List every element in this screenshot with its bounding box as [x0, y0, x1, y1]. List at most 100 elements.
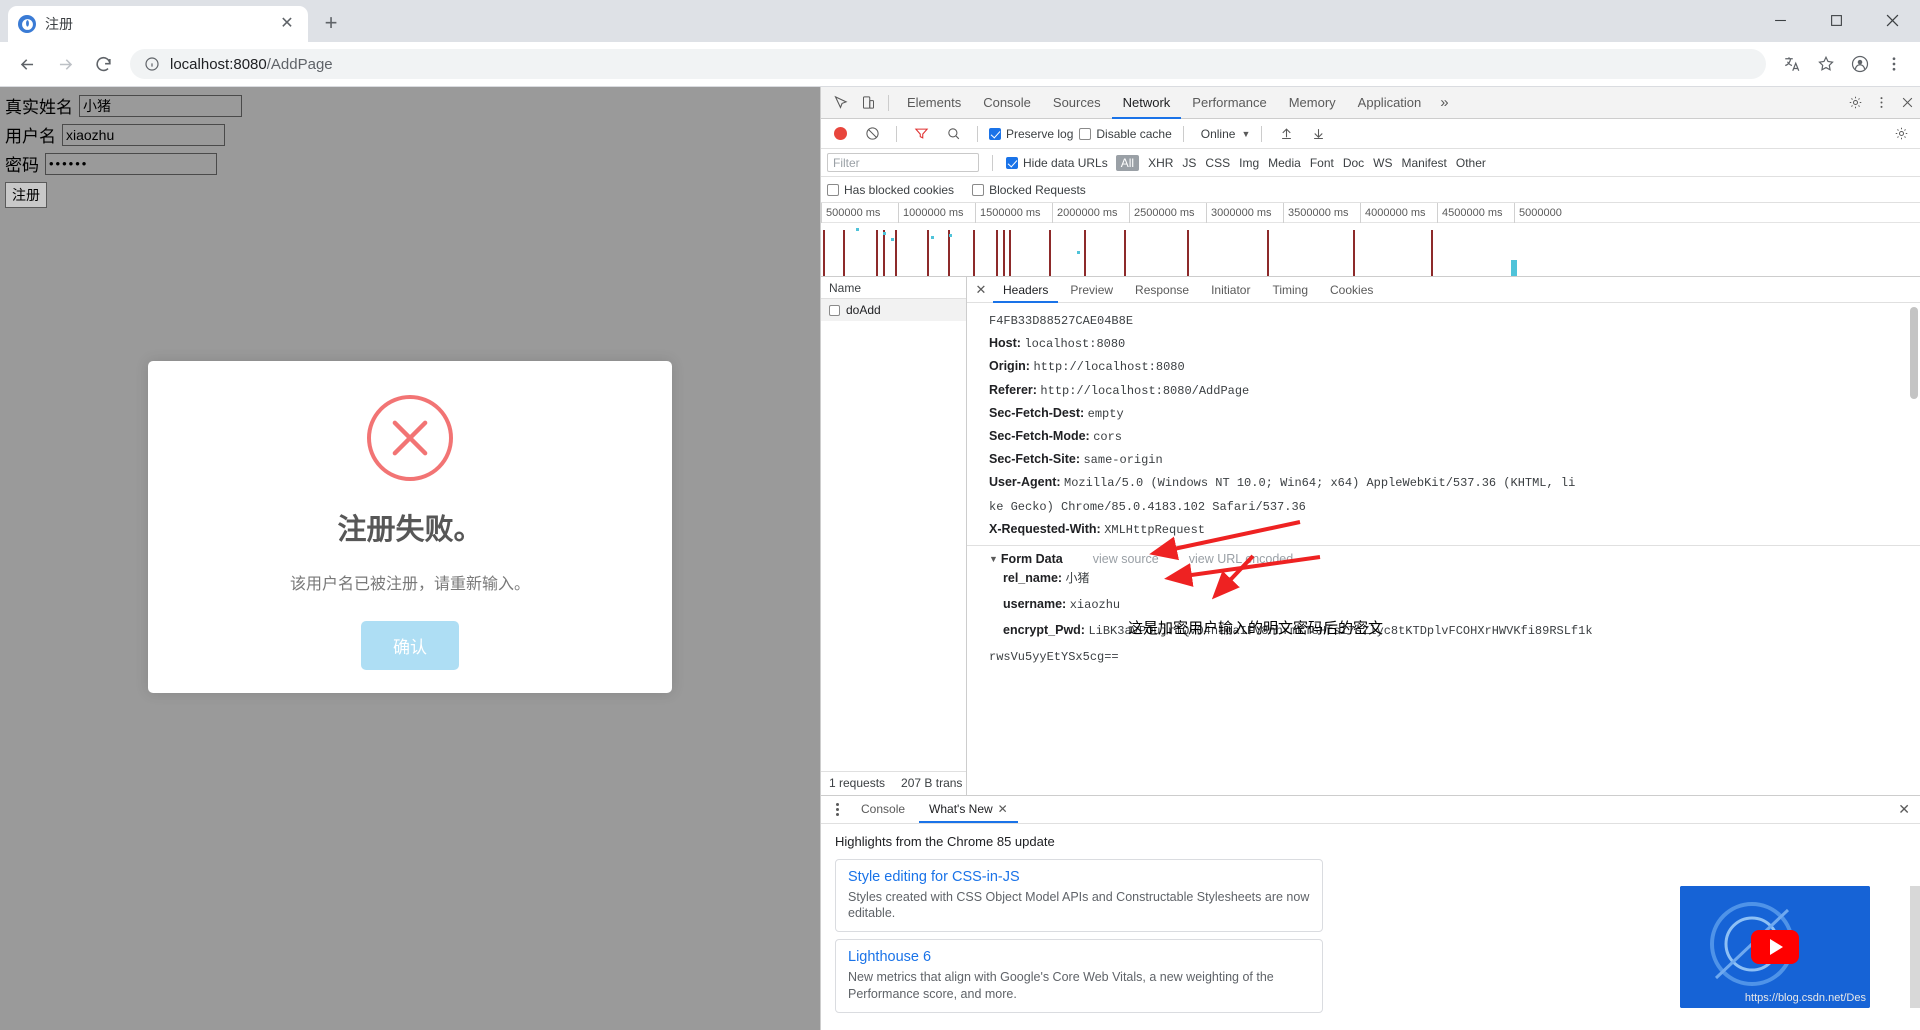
card-title-link[interactable]: Lighthouse 6 — [848, 949, 1310, 965]
network-settings-gear-icon[interactable] — [1888, 121, 1914, 147]
tab-application[interactable]: Application — [1347, 87, 1433, 119]
register-button[interactable]: 注册 — [5, 182, 47, 208]
filter-xhr[interactable]: XHR — [1148, 156, 1173, 170]
chevron-down-icon[interactable]: ▼ — [989, 554, 998, 564]
header-value: localhost:8080 — [1024, 337, 1126, 352]
overview-tick: 500000 ms — [821, 203, 880, 223]
network-body: Name doAdd 1 requests 207 B trans ✕ Head… — [821, 277, 1920, 796]
tab-preview[interactable]: Preview — [1060, 277, 1123, 303]
tab-sources[interactable]: Sources — [1042, 87, 1112, 119]
close-icon[interactable] — [1864, 0, 1920, 40]
whats-new-video-thumbnail[interactable]: https://blog.csdn.net/Des — [1680, 885, 1870, 1008]
filter-img[interactable]: Img — [1239, 156, 1259, 170]
throttle-select[interactable]: Online — [1195, 127, 1236, 141]
card-title-link[interactable]: Style editing for CSS-in-JS — [848, 869, 1310, 885]
tab-initiator[interactable]: Initiator — [1201, 277, 1260, 303]
chevron-down-icon[interactable]: ▼ — [1241, 129, 1250, 139]
preserve-log-checkbox[interactable]: Preserve log — [989, 127, 1073, 141]
info-icon[interactable] — [144, 56, 160, 72]
star-icon[interactable] — [1810, 48, 1842, 80]
close-drawer-icon[interactable]: ✕ — [1898, 801, 1920, 818]
browser-window: 注册 ✕ + localhost:8080/AddPage 真实姓名 小猪 用户… — [0, 0, 1920, 1030]
realname-input[interactable]: 小猪 — [79, 94, 242, 117]
search-icon[interactable] — [940, 121, 966, 147]
browser-tab[interactable]: 注册 ✕ — [8, 6, 308, 42]
address-bar[interactable]: localhost:8080/AddPage — [130, 49, 1766, 79]
headers-scroll-area[interactable]: F4FB33D88527CAE04B8E Host: localhost:808… — [967, 303, 1920, 795]
header-line: F4FB33D88527CAE04B8E — [989, 309, 1920, 332]
device-toolbar-icon[interactable] — [855, 90, 881, 116]
tab-close-icon[interactable]: ✕ — [276, 13, 298, 35]
password-input[interactable]: •••••• — [45, 152, 217, 175]
tab-headers[interactable]: Headers — [993, 277, 1058, 303]
filter-doc[interactable]: Doc — [1343, 156, 1364, 170]
whats-new-card[interactable]: Lighthouse 6 New metrics that align with… — [835, 939, 1323, 1013]
tab-timing[interactable]: Timing — [1262, 277, 1318, 303]
hide-data-urls-checkbox[interactable]: Hide data URLs — [1006, 156, 1108, 170]
tab-cookies[interactable]: Cookies — [1320, 277, 1383, 303]
url-host: localhost:8080 — [170, 55, 267, 73]
network-overview-timeline[interactable]: 500000 ms 1000000 ms 1500000 ms 2000000 … — [821, 203, 1920, 277]
drawer-tab-console[interactable]: Console — [851, 795, 915, 823]
inspect-icon[interactable] — [827, 90, 853, 116]
minimize-icon[interactable] — [1752, 0, 1808, 40]
has-blocked-cookies-checkbox[interactable]: Has blocked cookies — [827, 183, 954, 197]
filter-other[interactable]: Other — [1456, 156, 1486, 170]
view-url-encoded-link[interactable]: view URL encoded — [1189, 552, 1293, 566]
record-icon[interactable] — [827, 121, 853, 147]
view-source-link[interactable]: view source — [1093, 552, 1159, 566]
filter-js[interactable]: JS — [1182, 156, 1196, 170]
request-list-header: Name — [821, 277, 966, 299]
request-row[interactable]: doAdd — [821, 299, 966, 321]
tab-elements[interactable]: Elements — [896, 87, 972, 119]
tab-network[interactable]: Network — [1112, 87, 1182, 119]
forward-icon[interactable] — [48, 47, 82, 81]
form-data-header[interactable]: ▼ Form Data view source view URL encoded — [967, 552, 1920, 566]
checkbox-box — [1006, 156, 1018, 169]
profile-icon[interactable] — [1844, 48, 1876, 80]
drawer-tab-close-icon[interactable]: ✕ — [998, 802, 1008, 816]
filter-css[interactable]: CSS — [1205, 156, 1230, 170]
more-tabs-icon[interactable]: » — [1432, 87, 1456, 119]
tab-strip: 注册 ✕ + — [0, 0, 1920, 42]
form-data-title: Form Data — [1000, 552, 1063, 567]
blocked-requests-checkbox[interactable]: Blocked Requests — [972, 183, 1086, 197]
whats-new-card[interactable]: Style editing for CSS-in-JS Styles creat… — [835, 858, 1323, 933]
menu-icon[interactable] — [1878, 48, 1910, 80]
dialog-confirm-button[interactable]: 确认 — [361, 621, 459, 670]
filter-media[interactable]: Media — [1268, 156, 1301, 170]
maximize-icon[interactable] — [1808, 0, 1864, 40]
close-devtools-icon[interactable] — [1894, 90, 1920, 116]
tab-console[interactable]: Console — [972, 87, 1042, 119]
filter-manifest[interactable]: Manifest — [1402, 156, 1447, 170]
more-vertical-icon[interactable] — [1868, 90, 1894, 116]
tab-response[interactable]: Response — [1125, 277, 1199, 303]
tab-performance[interactable]: Performance — [1181, 87, 1277, 119]
settings-gear-icon[interactable] — [1842, 90, 1868, 116]
clear-icon[interactable] — [859, 121, 885, 147]
disable-cache-checkbox[interactable]: Disable cache — [1079, 127, 1172, 141]
tab-memory[interactable]: Memory — [1278, 87, 1347, 119]
viewport: 真实姓名 小猪 用户名 xiaozhu 密码 •••••• 注册 注册失败。 该… — [0, 87, 1920, 1030]
filter-input[interactable]: Filter — [827, 153, 979, 172]
form-data-value: xiaozhu — [1069, 598, 1121, 613]
filter-icon[interactable] — [908, 121, 934, 147]
filter-all[interactable]: All — [1115, 154, 1140, 171]
drawer-tab-whats-new[interactable]: What's New ✕ — [919, 795, 1018, 823]
header-value: empty — [1087, 406, 1124, 421]
more-options-icon[interactable] — [827, 802, 847, 816]
video-scrollbar[interactable] — [1910, 885, 1920, 1008]
upload-icon[interactable] — [1273, 121, 1299, 147]
close-details-icon[interactable]: ✕ — [971, 280, 991, 300]
request-list: Name doAdd 1 requests 207 B trans — [821, 277, 967, 795]
filter-font[interactable]: Font — [1310, 156, 1334, 170]
username-input[interactable]: xiaozhu — [62, 123, 225, 146]
reload-icon[interactable] — [86, 47, 120, 81]
details-scrollbar[interactable] — [1910, 307, 1918, 791]
filter-ws[interactable]: WS — [1373, 156, 1392, 170]
download-icon[interactable] — [1305, 121, 1331, 147]
play-button-icon[interactable] — [1751, 929, 1799, 964]
translate-icon[interactable] — [1776, 48, 1808, 80]
back-icon[interactable] — [10, 47, 44, 81]
new-tab-button[interactable]: + — [314, 6, 348, 40]
